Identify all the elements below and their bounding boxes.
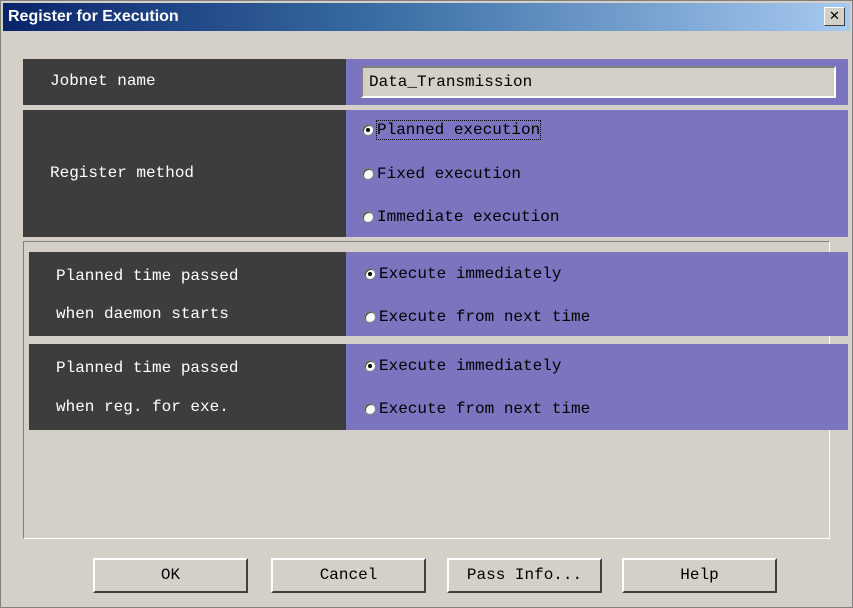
- help-button[interactable]: Help: [622, 558, 777, 593]
- jobnet-name-label-cell: Jobnet name: [23, 59, 346, 105]
- reg-for-exe-label-cell: Planned time passed when reg. for exe.: [29, 344, 346, 430]
- radio-selected-icon: [364, 267, 376, 280]
- jobnet-name-value: Data_Transmission: [369, 73, 533, 91]
- radio-label: Fixed execution: [377, 165, 522, 183]
- register-method-options: Planned execution Fixed execution Immedi…: [346, 110, 848, 237]
- radio-selected-icon: [362, 123, 374, 136]
- radio-label: Execute from next time: [379, 400, 591, 418]
- jobnet-name-field[interactable]: Data_Transmission: [361, 66, 836, 98]
- radio-unselected-icon: [362, 210, 374, 223]
- radio-fixed-execution[interactable]: Fixed execution: [362, 164, 521, 184]
- jobnet-name-label: Jobnet name: [50, 72, 156, 90]
- radio-planned-execution[interactable]: Planned execution: [362, 120, 542, 140]
- radio-unselected-icon: [364, 310, 376, 323]
- radio-immediate-execution[interactable]: Immediate execution: [362, 207, 559, 227]
- cancel-button[interactable]: Cancel: [271, 558, 426, 593]
- register-method-label: Register method: [50, 164, 195, 182]
- radio-label: Execute immediately: [379, 357, 562, 375]
- ok-button[interactable]: OK: [93, 558, 248, 593]
- radio-unselected-icon: [362, 167, 374, 180]
- radio-daemon-execute-from-next-time[interactable]: Execute from next time: [364, 307, 590, 327]
- register-method-label-cell: Register method: [23, 110, 346, 237]
- register-for-execution-dialog: Register for Execution ✕ Jobnet name Dat…: [0, 0, 853, 608]
- radio-reg-execute-from-next-time[interactable]: Execute from next time: [364, 399, 590, 419]
- daemon-start-label-cell: Planned time passed when daemon starts: [29, 252, 346, 336]
- reg-for-exe-label-line1: Planned time passed: [56, 359, 239, 377]
- radio-label: Immediate execution: [377, 208, 560, 226]
- radio-label: Planned execution: [375, 120, 542, 140]
- radio-daemon-execute-immediately[interactable]: Execute immediately: [364, 264, 561, 284]
- close-button[interactable]: ✕: [824, 7, 845, 26]
- radio-reg-execute-immediately[interactable]: Execute immediately: [364, 356, 561, 376]
- radio-label: Execute from next time: [379, 308, 591, 326]
- radio-label: Execute immediately: [379, 265, 562, 283]
- daemon-start-options: Execute immediately Execute from next ti…: [346, 252, 848, 336]
- daemon-start-label-line1: Planned time passed: [56, 267, 239, 285]
- title-bar: Register for Execution ✕: [3, 3, 850, 31]
- reg-for-exe-label-line2: when reg. for exe.: [56, 398, 229, 416]
- radio-unselected-icon: [364, 402, 376, 415]
- reg-for-exe-options: Execute immediately Execute from next ti…: [346, 344, 848, 430]
- dialog-title: Register for Execution: [8, 8, 179, 25]
- radio-selected-icon: [364, 359, 376, 372]
- daemon-start-label-line2: when daemon starts: [56, 305, 229, 323]
- pass-info-button[interactable]: Pass Info...: [447, 558, 602, 593]
- close-icon: ✕: [829, 9, 840, 24]
